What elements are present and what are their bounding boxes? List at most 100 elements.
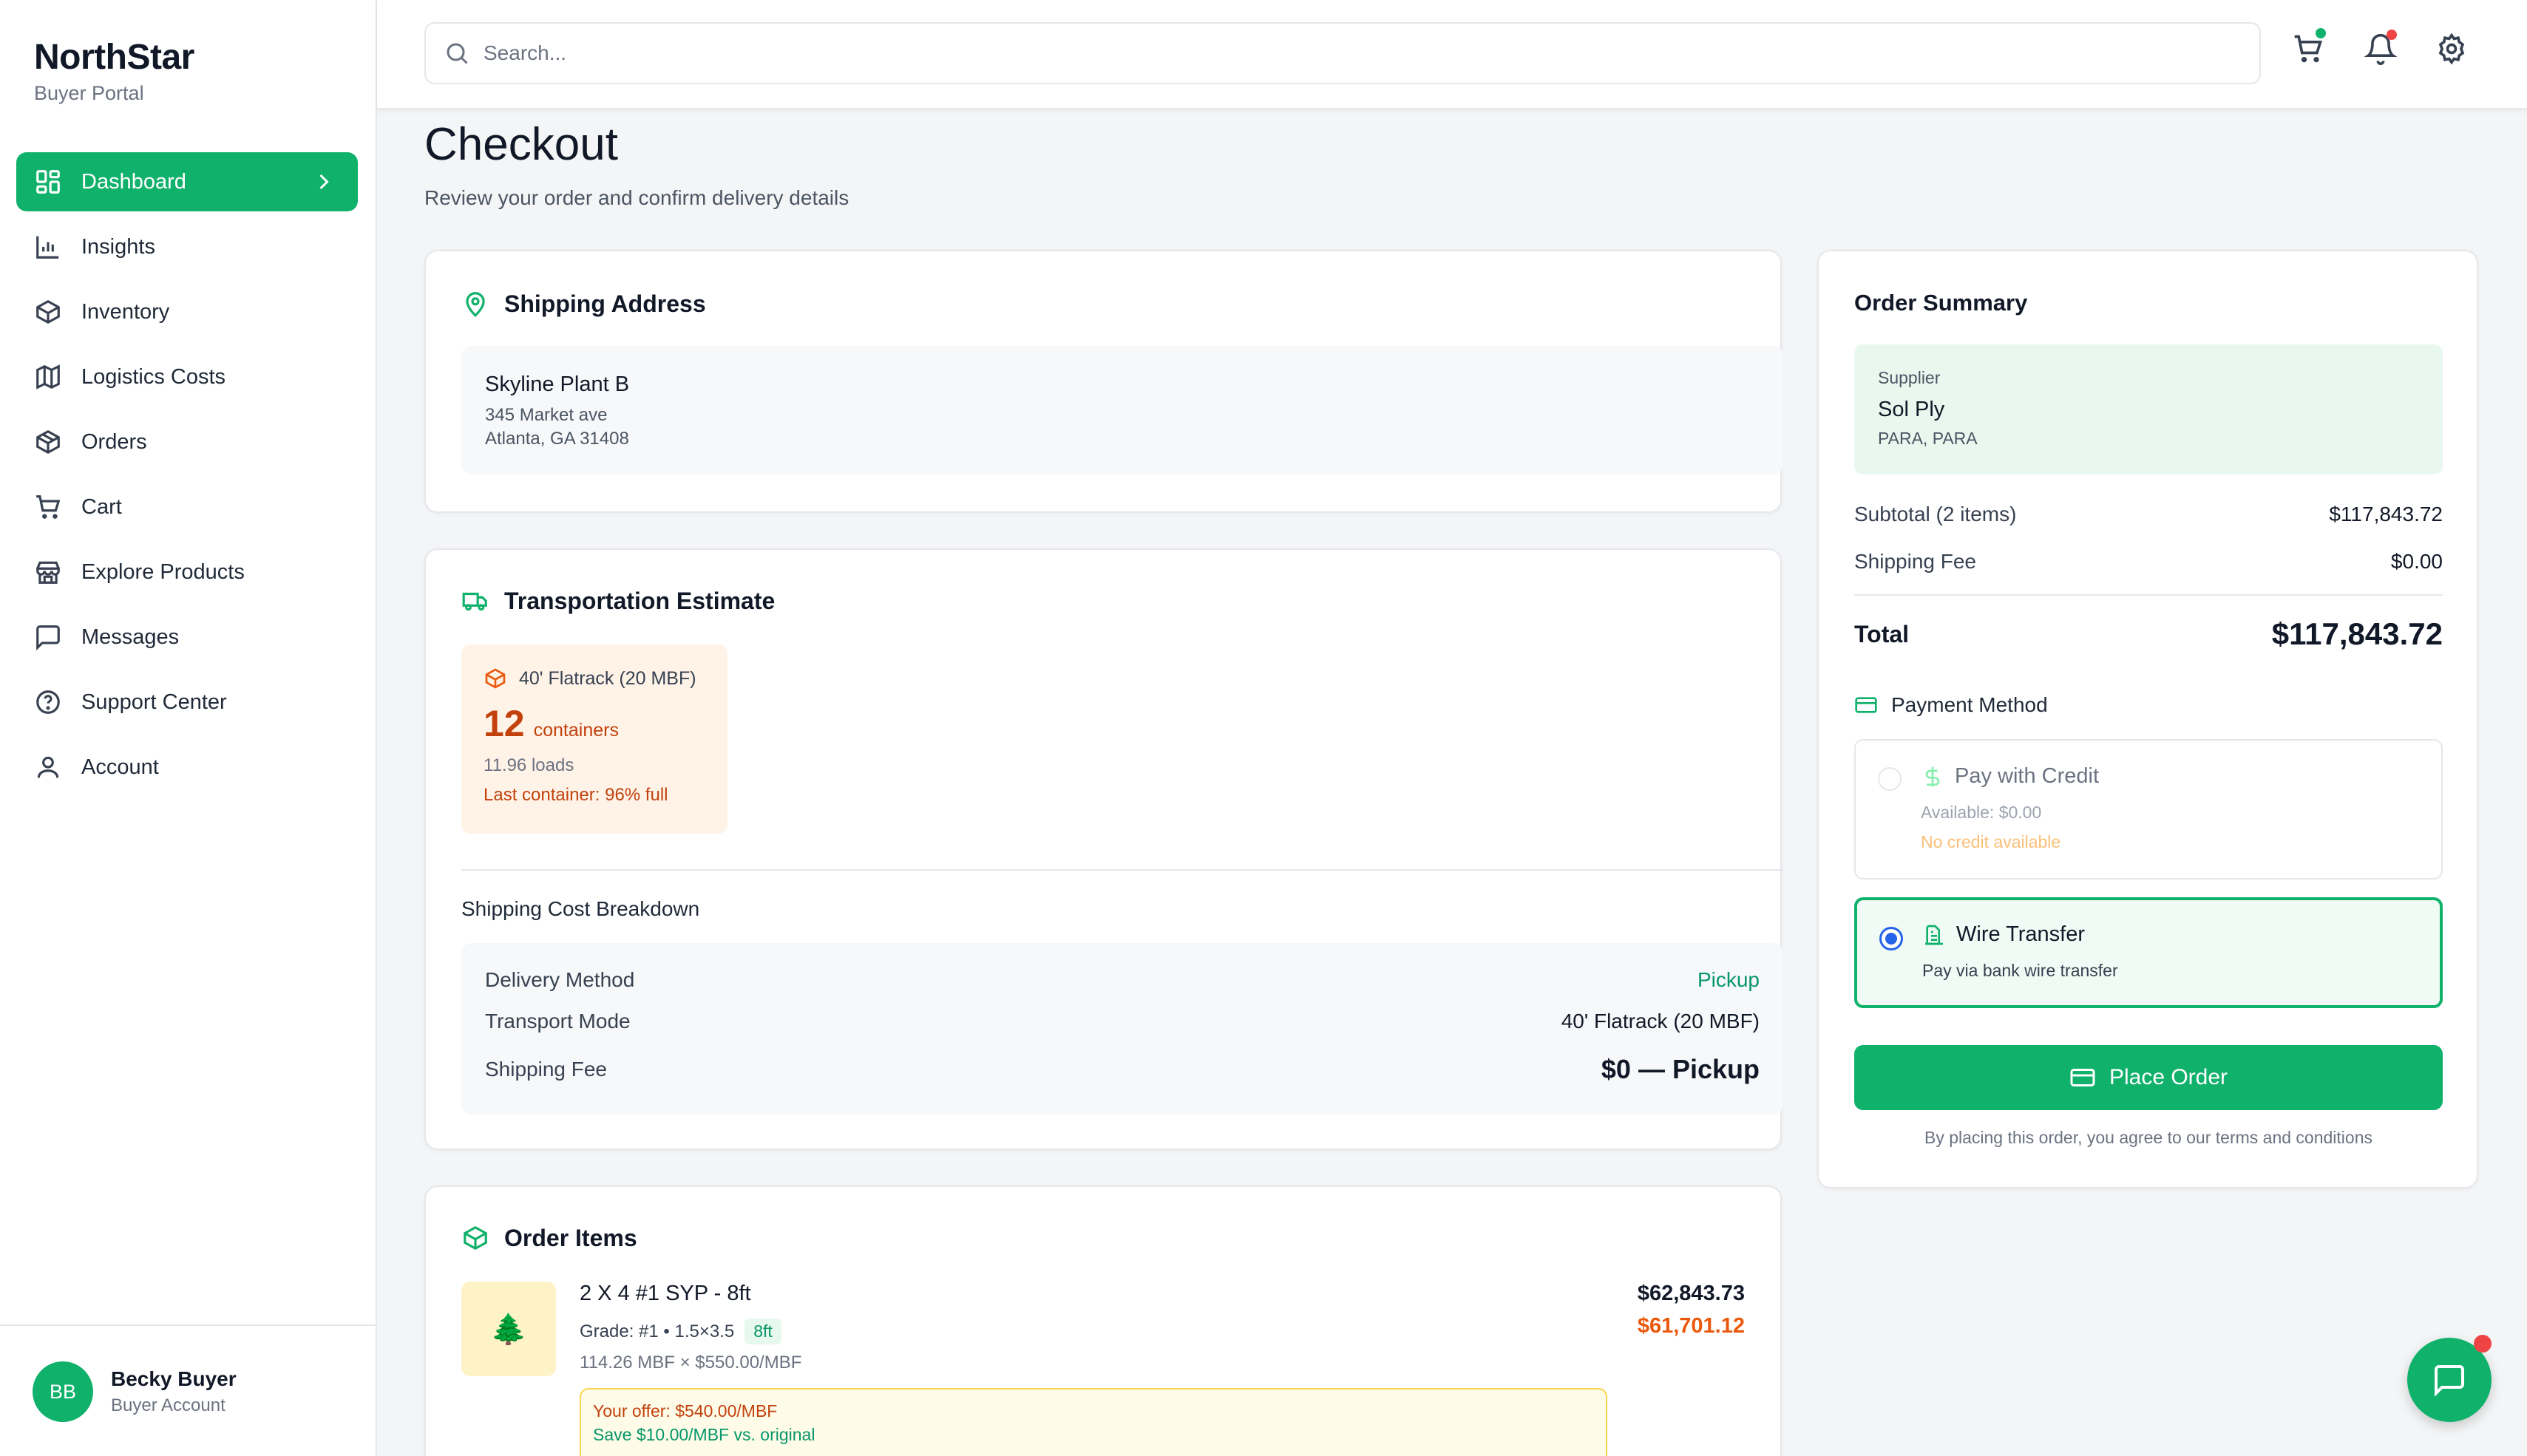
sidebar-item-label: Inventory: [81, 299, 170, 324]
sidebar-item-inventory[interactable]: Inventory: [16, 282, 358, 341]
shipping-cost-breakdown-title: Shipping Cost Breakdown: [461, 897, 700, 920]
sidebar-item-cart[interactable]: Cart: [16, 477, 358, 537]
payment-option-wire-transfer[interactable]: Wire Transfer Pay via bank wire transfer: [1854, 897, 2443, 1008]
sidebar-item-dashboard[interactable]: Dashboard: [16, 152, 358, 211]
savings-text: Save $10.00/MBF vs. original: [593, 1425, 815, 1444]
product-name: 2 X 4 #1 SYP - 8ft: [580, 1282, 751, 1305]
product-thumbnail: 🌲: [461, 1282, 556, 1376]
credit-card-icon: [2070, 1069, 2095, 1086]
bank-icon: [1925, 925, 1943, 945]
chat-button[interactable]: [2407, 1335, 2492, 1422]
supplier-box: Supplier Sol Ply PARA, PARA: [1854, 344, 2443, 474]
sidebar-item-support-center[interactable]: Support Center: [16, 673, 358, 732]
transportation-estimate-card: Transportation Estimate 40' Flatrack (20…: [424, 548, 1783, 1150]
total-value: $117,843.72: [2271, 616, 2443, 651]
sidebar: NorthStar Buyer Portal Dashboard Insight…: [0, 0, 377, 1456]
avatar: BB: [33, 1361, 93, 1422]
address-line-1: 345 Market ave: [485, 405, 608, 425]
credit-available: Available: $0.00: [1921, 803, 2042, 822]
sidebar-item-explore-products[interactable]: Explore Products: [16, 542, 358, 602]
sidebar-item-label: Insights: [81, 234, 155, 259]
package-icon: [36, 429, 60, 455]
brand-title: NorthStar: [34, 38, 194, 77]
container-type-label: 40' Flatrack (20 MBF): [519, 667, 696, 689]
settings-button[interactable]: [2435, 33, 2468, 65]
search-bar[interactable]: [424, 22, 2261, 84]
order-items-card: Order Items 🌲 2 X 4 #1 SYP - 8ft Grade: …: [424, 1185, 1782, 1456]
sidebar-item-logistics-costs[interactable]: Logistics Costs: [16, 347, 358, 406]
sidebar-item-label: Explore Products: [81, 559, 245, 584]
chat-icon: [2435, 1365, 2464, 1397]
brand: NorthStar Buyer Portal: [34, 37, 194, 105]
payment-method-title: Payment Method: [1891, 693, 2048, 716]
payment-method-label: Payment Method: [1854, 693, 2048, 717]
sidebar-item-label: Support Center: [81, 690, 227, 714]
message-icon: [36, 625, 60, 651]
order-items-header: Order Items: [461, 1224, 637, 1252]
sidebar-item-orders[interactable]: Orders: [16, 412, 358, 472]
shipping-fee-row: Shipping Fee $0.00: [1854, 550, 2443, 574]
breakdown-label: Shipping Fee: [485, 1058, 608, 1081]
sidebar-item-label: Messages: [81, 625, 180, 649]
place-order-button[interactable]: Place Order: [1854, 1045, 2443, 1110]
store-icon: [36, 561, 60, 584]
offer-text: Your offer: $540.00/MBF: [593, 1401, 778, 1421]
transportation-header: Transportation Estimate: [461, 587, 775, 615]
notification-dot: [2387, 30, 2397, 40]
sidebar-item-label: Logistics Costs: [81, 364, 226, 389]
chat-notification-dot: [2474, 1335, 2492, 1353]
shipping-fee-value: $0.00: [2390, 550, 2443, 573]
sidebar-item-label: Cart: [81, 494, 122, 519]
shipping-fee-label: Shipping Fee: [1854, 550, 1977, 573]
user-icon: [37, 756, 59, 778]
cart-indicator-dot: [2316, 28, 2326, 38]
terms-text: By placing this order, you agree to our …: [1924, 1128, 2372, 1147]
shipping-cost-breakdown: Delivery Method Pickup Transport Mode 40…: [461, 943, 1783, 1115]
product-quantity: 114.26 MBF × $550.00/MBF: [580, 1353, 802, 1372]
bar-chart-icon: [36, 236, 59, 259]
user-profile[interactable]: BB Becky Buyer Buyer Account: [0, 1324, 376, 1456]
address-name: Skyline Plant B: [485, 372, 630, 396]
payment-option-wire-title: Wire Transfer: [1922, 922, 2085, 947]
sidebar-item-messages[interactable]: Messages: [16, 608, 358, 667]
breakdown-label: Delivery Method: [485, 968, 635, 991]
container-loads: 11.96 loads: [484, 755, 574, 775]
order-items-title: Order Items: [504, 1224, 637, 1251]
breakdown-label: Transport Mode: [485, 1010, 631, 1033]
address-line-2: Atlanta, GA 31408: [485, 429, 629, 449]
divider: [1854, 594, 2443, 596]
user-role: Buyer Account: [111, 1395, 225, 1415]
breakdown-row-transport-mode: Transport Mode 40' Flatrack (20 MBF): [485, 1010, 1760, 1033]
breakdown-value: 40' Flatrack (20 MBF): [1561, 1010, 1760, 1033]
cart-button[interactable]: [2292, 28, 2326, 65]
page-subtitle: Review your order and confirm delivery d…: [424, 186, 849, 209]
payment-option-credit[interactable]: Pay with Credit Available: $0.00 No cred…: [1854, 739, 2443, 880]
container-count: 12 containers: [484, 702, 619, 745]
total-row: Total $117,843.72: [1854, 616, 2443, 652]
product-offer-price: $61,701.12: [1637, 1314, 1745, 1338]
tree-icon: 🌲: [490, 1313, 527, 1346]
product-price: $62,843.73: [1637, 1282, 1745, 1305]
user-name: Becky Buyer: [111, 1367, 237, 1390]
subtotal-row: Subtotal (2 items) $117,843.72: [1854, 503, 2443, 526]
cart-icon: [36, 495, 61, 519]
radio-wire-transfer[interactable]: [1879, 927, 1903, 950]
sidebar-item-account[interactable]: Account: [16, 738, 358, 797]
page-title: Checkout: [424, 119, 618, 170]
subtotal-label: Subtotal (2 items): [1854, 503, 2017, 525]
container-estimate-box: 40' Flatrack (20 MBF) 12 containers 11.9…: [461, 644, 727, 834]
supplier-name: Sol Ply: [1878, 398, 1945, 421]
subtotal-value: $117,843.72: [2329, 503, 2443, 525]
notifications-button[interactable]: [2364, 30, 2397, 65]
radio-selected-dot: [1885, 933, 1897, 945]
supplier-label: Supplier: [1878, 368, 1941, 387]
radio-credit[interactable]: [1878, 767, 1902, 791]
breakdown-value: Pickup: [1697, 968, 1760, 991]
payment-option-credit-title: Pay with Credit: [1921, 764, 2099, 789]
shipping-address-card: Shipping Address Skyline Plant B 345 Mar…: [424, 250, 1783, 513]
topbar: [377, 0, 2527, 109]
search-input[interactable]: [484, 41, 2259, 65]
wire-transfer-description: Pay via bank wire transfer: [1922, 961, 2118, 980]
sidebar-item-insights[interactable]: Insights: [16, 217, 358, 276]
package-icon: [464, 1225, 487, 1251]
